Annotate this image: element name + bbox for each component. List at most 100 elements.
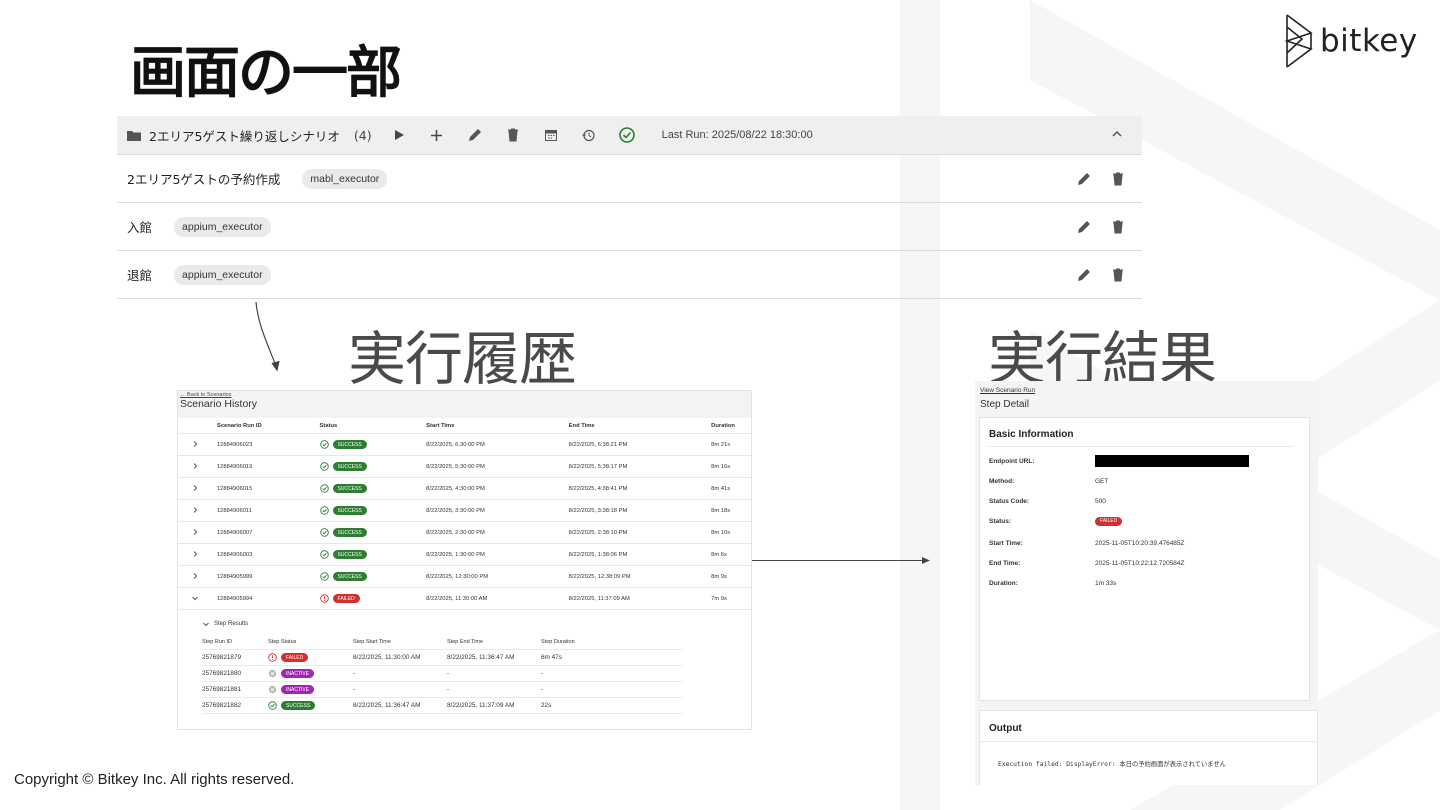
status-badge: SUCCESS <box>332 462 367 471</box>
status-cell: SUCCESS <box>319 462 427 471</box>
step-row[interactable]: 25769821881 INACTIVE - - - <box>202 682 682 698</box>
delete-icon[interactable] <box>1110 267 1126 283</box>
card-title: Basic Information <box>989 429 1074 440</box>
end-time: 8/22/2025, 1:38:06 PM <box>568 551 628 558</box>
edit-icon[interactable] <box>1076 267 1092 283</box>
scenario-count: (4) <box>353 127 372 143</box>
history-icon[interactable] <box>580 126 598 144</box>
endpoint-row: Endpoint URL: <box>989 455 1299 467</box>
end-time: 8/22/2025, 3:38:18 PM <box>568 507 628 514</box>
column-header: Status <box>319 422 338 429</box>
check-circle-icon <box>268 701 277 710</box>
expand-toggle[interactable] <box>178 506 217 516</box>
step-end-time: 8/22/2025, 11:36:47 AM <box>447 654 515 661</box>
step-detail-title: Step Detail <box>980 399 1029 410</box>
duration-row: Duration: 1m 33s <box>989 577 1299 589</box>
field-value: 1m 33s <box>1095 579 1117 587</box>
chevron-right-icon[interactable] <box>191 462 199 470</box>
status-badge: SUCCESS <box>332 550 367 559</box>
error-circle-icon <box>268 653 277 662</box>
status-badge: FAILED <box>281 653 309 662</box>
field-label: Endpoint URL: <box>989 457 1035 465</box>
delete-icon[interactable] <box>1110 171 1126 187</box>
status-badge: SUCCESS <box>281 701 316 710</box>
status-badge: SUCCESS <box>332 484 367 493</box>
run-id: 12884905994 <box>216 595 253 602</box>
chevron-right-icon[interactable] <box>191 550 199 558</box>
expand-toggle[interactable] <box>178 484 217 494</box>
chevron-right-icon[interactable] <box>191 440 199 448</box>
status-cell: SUCCESS <box>319 572 427 581</box>
step-detail-panel: View Scenario Run Step Detail Basic Info… <box>975 381 1318 785</box>
expand-toggle[interactable] <box>178 572 217 582</box>
end-time: 8/22/2025, 12:38:09 PM <box>568 573 631 580</box>
scenario-group-name: 2エリア5ゲスト繰り返しシナリオ <box>149 128 340 144</box>
status-row: Status: FAILED <box>989 515 1299 527</box>
table-row[interactable]: 12884906003 SUCCESS 8/22/2025, 1:30:00 PM 8… <box>178 544 751 566</box>
check-circle-icon <box>319 550 329 559</box>
run-id: 12884906007 <box>216 529 253 536</box>
field-label: Method: <box>989 477 1015 485</box>
chevron-right-icon[interactable] <box>191 506 199 514</box>
chevron-down-icon[interactable] <box>191 594 199 602</box>
step-start-time: - <box>353 686 356 693</box>
edit-icon[interactable] <box>1076 219 1092 235</box>
column-header: Scenario Run ID <box>216 422 262 429</box>
step-run-id: 25769821881 <box>202 686 242 693</box>
bitkey-logo-mark-icon <box>1284 14 1313 68</box>
step-status-cell: SUCCESS <box>268 701 353 710</box>
delete-icon[interactable] <box>1110 219 1126 235</box>
table-row[interactable]: 12884906019 SUCCESS 8/22/2025, 5:30:00 PM 8… <box>178 456 751 478</box>
expand-toggle[interactable] <box>178 528 217 538</box>
view-scenario-run-link[interactable]: View Scenario Run <box>980 387 1035 394</box>
check-circle-icon <box>319 462 329 471</box>
chevron-up-icon[interactable] <box>1110 126 1128 144</box>
run-id: 12884906011 <box>216 507 252 514</box>
add-icon[interactable] <box>428 126 446 144</box>
chevron-right-icon[interactable] <box>191 572 199 580</box>
status-cell: SUCCESS <box>319 484 427 493</box>
edit-icon[interactable] <box>1076 171 1092 187</box>
history-table: Scenario Run ID Status Start Time End Ti… <box>178 418 751 714</box>
scenario-group-header[interactable]: 2エリア5ゲスト繰り返しシナリオ (4) Last Run: 2025/08/2… <box>117 116 1142 155</box>
start-time: 8/22/2025, 11:30:00 AM <box>426 595 488 602</box>
table-row[interactable]: 12884906007 SUCCESS 8/22/2025, 2:30:00 PM 8… <box>178 522 751 544</box>
duration: 7m 9s <box>711 595 727 602</box>
step-row[interactable]: 25769821882 SUCCESS 8/22/2025, 11:36:47 AM… <box>202 698 682 714</box>
end-time-row: End Time: 2025-11-05T10:22:12.720584Z <box>989 557 1299 569</box>
step-status-cell: INACTIVE <box>268 669 353 678</box>
step-results-section: Step Results Step Run ID Step Status Ste… <box>178 614 751 714</box>
check-circle-icon <box>319 484 329 493</box>
chevron-right-icon[interactable] <box>191 528 199 536</box>
delete-icon[interactable] <box>504 126 522 144</box>
scenario-panel: 2エリア5ゲスト繰り返しシナリオ (4) Last Run: 2025/08/2… <box>117 116 1142 300</box>
table-row[interactable]: 12884906011 SUCCESS 8/22/2025, 3:30:00 PM 8… <box>178 500 751 522</box>
status-cell: SUCCESS <box>319 440 427 449</box>
expand-toggle[interactable] <box>178 550 217 560</box>
expand-toggle[interactable] <box>178 462 217 472</box>
status-code-row: Status Code: 500 <box>989 495 1299 507</box>
scenario-step-row: 入館 appium_executor <box>117 203 1142 251</box>
table-row[interactable]: 12884906023 SUCCESS 8/22/2025, 6:30:00 PM 8… <box>178 434 751 456</box>
table-row[interactable]: 12884906015 SUCCESS 8/22/2025, 4:30:00 PM 8… <box>178 478 751 500</box>
start-time: 8/22/2025, 5:30:00 PM <box>426 463 485 470</box>
step-start-time: 8/22/2025, 11:30:00 AM <box>353 654 421 661</box>
step-row[interactable]: 25769821879 FAILED 8/22/2025, 11:30:00 AM 8… <box>202 650 682 666</box>
chevron-right-icon[interactable] <box>191 484 199 492</box>
start-time: 8/22/2025, 3:30:00 PM <box>426 507 485 514</box>
step-row[interactable]: 25769821880 INACTIVE - - - <box>202 666 682 682</box>
edit-icon[interactable] <box>466 126 484 144</box>
step-duration: 6m 47s <box>541 654 562 661</box>
status-badge: SUCCESS <box>332 506 367 515</box>
table-row[interactable]: 12884905994 FAILED 8/22/2025, 11:30:00 AM 8… <box>178 588 751 610</box>
expand-toggle[interactable] <box>178 440 217 450</box>
start-time: 8/22/2025, 1:30:00 PM <box>426 551 485 558</box>
status-cell: SUCCESS <box>319 550 427 559</box>
expand-toggle[interactable] <box>178 594 217 604</box>
play-icon[interactable] <box>390 126 408 144</box>
calendar-icon[interactable] <box>542 126 560 144</box>
field-value: 2025-11-05T10:20:39.476485Z <box>1095 539 1185 547</box>
step-results-toggle[interactable]: Step Results <box>202 614 751 634</box>
table-row[interactable]: 12884905999 SUCCESS 8/22/2025, 12:30:00 PM… <box>178 566 751 588</box>
status-cell: SUCCESS <box>319 528 427 537</box>
